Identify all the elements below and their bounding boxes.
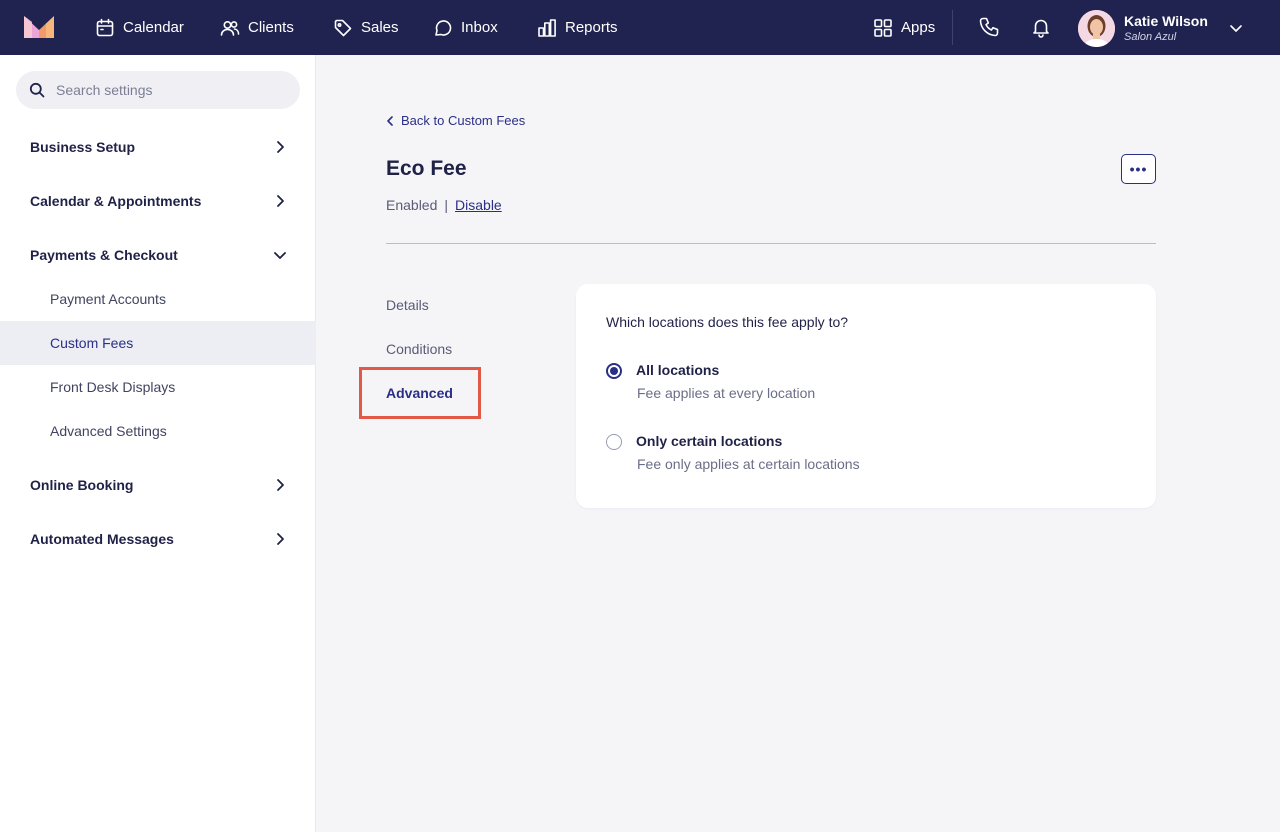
section-label: Online Booking xyxy=(30,477,134,493)
more-options-button[interactable]: ••• xyxy=(1121,154,1156,184)
chat-icon xyxy=(435,19,452,36)
nav-clients-label: Clients xyxy=(248,19,294,36)
sidebar-item-label: Advanced Settings xyxy=(50,423,167,439)
sidebar-section-calendar-appointments[interactable]: Calendar & Appointments xyxy=(0,181,316,221)
notifications-button[interactable] xyxy=(1030,16,1052,38)
disable-link[interactable]: Disable xyxy=(455,197,502,213)
phone-button[interactable] xyxy=(978,16,1000,38)
highlight-box xyxy=(359,367,481,419)
section-label: Payments & Checkout xyxy=(30,247,178,263)
nav-clients[interactable]: Clients xyxy=(220,0,294,55)
locations-question: Which locations does this fee apply to? xyxy=(606,314,849,330)
option-all-locations[interactable]: All locations Fee applies at every locat… xyxy=(606,362,815,402)
settings-sidebar: Business Setup Calendar & Appointments P… xyxy=(0,55,316,832)
grid-icon xyxy=(874,18,892,37)
nav-inbox[interactable]: Inbox xyxy=(433,0,498,55)
search-input[interactable] xyxy=(56,82,276,98)
chevron-right-icon xyxy=(272,477,288,493)
avatar-image xyxy=(1078,9,1115,47)
calendar-icon xyxy=(96,18,114,36)
nav-sales-label: Sales xyxy=(361,19,399,36)
back-link[interactable]: Back to Custom Fees xyxy=(386,113,525,128)
sidebar-section-automated-messages[interactable]: Automated Messages xyxy=(0,519,316,559)
sidebar-item-payment-accounts[interactable]: Payment Accounts xyxy=(0,277,316,321)
locations-card: Which locations does this fee apply to? … xyxy=(576,284,1156,508)
chevron-right-icon xyxy=(272,139,288,155)
fee-status-line: Enabled | Disable xyxy=(386,197,502,213)
option-description: Fee only applies at certain locations xyxy=(637,456,860,472)
chevron-down-icon xyxy=(272,247,288,263)
avatar xyxy=(1078,9,1115,47)
more-options-icon: ••• xyxy=(1129,161,1148,177)
status-text: Enabled xyxy=(386,197,438,213)
user-org: Salon Azul xyxy=(1124,30,1177,43)
top-nav: Calendar Clients Sales Inbox Reports App… xyxy=(0,0,1280,55)
option-text: All locations Fee applies at every locat… xyxy=(636,362,815,402)
brand-logo[interactable] xyxy=(24,16,54,38)
section-label: Business Setup xyxy=(30,139,136,155)
sidebar-item-label: Payment Accounts xyxy=(50,291,166,307)
nav-calendar[interactable]: Calendar xyxy=(95,0,184,55)
radio-all-locations[interactable] xyxy=(606,363,622,379)
back-link-label: Back to Custom Fees xyxy=(401,113,526,128)
chevron-down-icon xyxy=(1228,20,1244,36)
sidebar-item-advanced-settings[interactable]: Advanced Settings xyxy=(0,409,316,453)
nav-calendar-label: Calendar xyxy=(123,19,184,36)
user-name: Katie Wilson xyxy=(1124,12,1208,29)
users-icon xyxy=(220,20,240,36)
nav-sales[interactable]: Sales xyxy=(333,0,399,55)
header-divider xyxy=(386,243,1156,244)
sidebar-section-payments-checkout[interactable]: Payments & Checkout xyxy=(0,235,316,275)
tab-details[interactable]: Details xyxy=(386,297,429,313)
nav-reports-label: Reports xyxy=(565,19,618,36)
option-text: Only certain locations Fee only applies … xyxy=(636,433,860,473)
user-info: Katie Wilson Salon Azul xyxy=(1124,13,1208,44)
sidebar-item-custom-fees[interactable]: Custom Fees xyxy=(0,321,316,365)
section-label: Calendar & Appointments xyxy=(30,193,202,209)
nav-inbox-label: Inbox xyxy=(461,19,498,36)
search-icon xyxy=(29,82,45,98)
bar-chart-icon xyxy=(538,18,556,37)
phone-icon xyxy=(979,17,999,37)
option-description: Fee applies at every location xyxy=(637,385,816,401)
chevron-right-icon xyxy=(272,193,288,209)
bell-icon xyxy=(1033,19,1049,38)
nav-divider xyxy=(952,10,953,45)
user-menu[interactable]: Katie Wilson Salon Azul xyxy=(1078,9,1242,47)
nav-reports[interactable]: Reports xyxy=(537,0,618,55)
tab-conditions[interactable]: Conditions xyxy=(386,341,452,357)
nav-apps-label: Apps xyxy=(901,19,936,36)
status-separator: | xyxy=(444,197,449,213)
tag-icon xyxy=(334,19,352,36)
page-title: Eco Fee xyxy=(386,157,467,180)
option-label: All locations xyxy=(636,362,720,378)
sidebar-item-label: Front Desk Displays xyxy=(50,379,176,395)
option-label: Only certain locations xyxy=(636,433,783,449)
chevron-right-icon xyxy=(272,531,288,547)
radio-certain-locations[interactable] xyxy=(606,434,622,450)
sidebar-item-label: Custom Fees xyxy=(50,335,134,351)
option-certain-locations[interactable]: Only certain locations Fee only applies … xyxy=(606,433,860,473)
chevron-left-icon xyxy=(387,115,393,126)
search-box xyxy=(16,71,300,109)
nav-apps[interactable]: Apps xyxy=(873,0,935,55)
sidebar-item-front-desk-displays[interactable]: Front Desk Displays xyxy=(0,365,316,409)
sidebar-section-online-booking[interactable]: Online Booking xyxy=(0,465,316,505)
section-label: Automated Messages xyxy=(30,531,174,547)
sidebar-section-business-setup[interactable]: Business Setup xyxy=(0,127,316,167)
